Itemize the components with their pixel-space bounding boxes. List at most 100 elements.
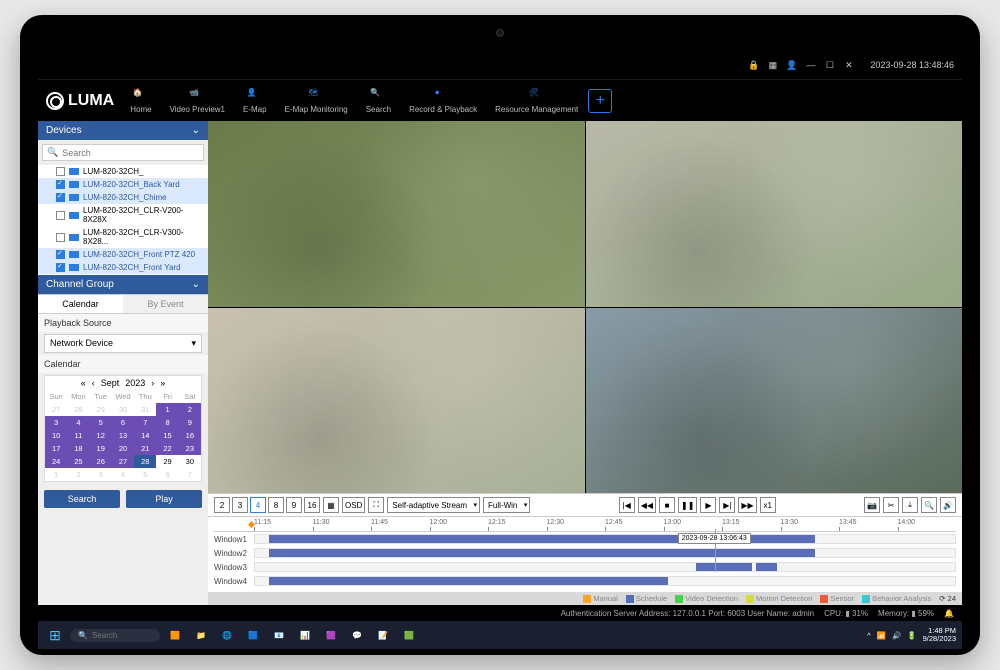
cal-day[interactable]: 1 bbox=[45, 468, 67, 481]
taskbar-app-9[interactable]: 📝 bbox=[372, 624, 394, 646]
checkbox[interactable] bbox=[56, 180, 65, 189]
cal-day[interactable]: 20 bbox=[112, 442, 134, 455]
window-mode-select[interactable]: Full-Win bbox=[483, 497, 530, 513]
cal-day[interactable]: 18 bbox=[67, 442, 89, 455]
osd-button[interactable]: OSD bbox=[342, 497, 365, 513]
fast-forward-icon[interactable]: ▶▶ bbox=[738, 497, 756, 513]
cal-day[interactable]: 19 bbox=[90, 442, 112, 455]
start-button[interactable]: ⊞ bbox=[44, 624, 66, 646]
cal-day[interactable]: 13 bbox=[112, 429, 134, 442]
taskbar-app-8[interactable]: 💬 bbox=[346, 624, 368, 646]
checkbox[interactable] bbox=[56, 167, 65, 176]
nav-home[interactable]: 🏠Home bbox=[126, 86, 155, 116]
taskbar-app-5[interactable]: 📧 bbox=[268, 624, 290, 646]
cal-day[interactable]: 27 bbox=[112, 455, 134, 468]
device-item[interactable]: LUM-820-32CH_ bbox=[38, 165, 208, 178]
checkbox[interactable] bbox=[56, 233, 65, 242]
cal-day[interactable]: 7 bbox=[179, 468, 201, 481]
device-item[interactable]: LUM-820-32CH_Front Yard bbox=[38, 261, 208, 274]
cal-day[interactable]: 6 bbox=[112, 416, 134, 429]
timeline[interactable]: ◆ 11:1511:3011:4512:0012:1512:3012:4513:… bbox=[208, 517, 962, 592]
timeline-track[interactable] bbox=[254, 576, 956, 586]
cal-day[interactable]: 21 bbox=[134, 442, 156, 455]
tray-volume-icon[interactable]: 🔊 bbox=[892, 631, 901, 640]
nav-e-map[interactable]: 👤E-Map bbox=[239, 86, 271, 116]
cal-day[interactable]: 4 bbox=[67, 416, 89, 429]
layout-3[interactable]: 3 bbox=[232, 497, 248, 513]
layout-9[interactable]: 9 bbox=[286, 497, 302, 513]
export-icon[interactable]: ⤓ bbox=[902, 497, 918, 513]
device-item[interactable]: LUM-820-32CH_CLR-V200-8X28X bbox=[38, 204, 208, 226]
nav-resource-management[interactable]: 🛠Resource Management bbox=[491, 86, 582, 116]
layout-16[interactable]: 16 bbox=[304, 497, 320, 513]
timeline-segment[interactable] bbox=[696, 563, 752, 571]
layout-4[interactable]: 4 bbox=[250, 497, 266, 513]
search-button[interactable]: Search bbox=[44, 490, 120, 508]
cal-day[interactable]: 29 bbox=[156, 455, 178, 468]
minimize-icon[interactable]: — bbox=[805, 60, 816, 71]
video-pane-1[interactable] bbox=[208, 121, 585, 307]
cal-day[interactable]: 3 bbox=[90, 468, 112, 481]
clip-icon[interactable]: ✂ bbox=[883, 497, 899, 513]
checkbox[interactable] bbox=[56, 193, 65, 202]
stop-icon[interactable]: ■ bbox=[659, 497, 675, 513]
cal-day[interactable]: 22 bbox=[156, 442, 178, 455]
cal-day[interactable]: 3 bbox=[45, 416, 67, 429]
playback-source-select[interactable]: Network Device▾ bbox=[44, 334, 202, 353]
taskbar-app-4[interactable]: 🟦 bbox=[242, 624, 264, 646]
audio-icon[interactable]: 🔊 bbox=[940, 497, 956, 513]
taskbar-app-7[interactable]: 🟪 bbox=[320, 624, 342, 646]
cal-day[interactable]: 24 bbox=[45, 455, 67, 468]
timeline-track[interactable] bbox=[254, 562, 956, 572]
nav-video-preview1[interactable]: 📹Video Preview1 bbox=[166, 86, 229, 116]
timeline-track[interactable] bbox=[254, 534, 956, 544]
checkbox[interactable] bbox=[56, 211, 65, 220]
cal-day[interactable]: 28 bbox=[134, 455, 156, 468]
layout-custom-icon[interactable]: ▦ bbox=[323, 497, 339, 513]
cal-day[interactable]: 30 bbox=[112, 403, 134, 416]
checkbox[interactable] bbox=[56, 263, 65, 272]
cal-day[interactable]: 31 bbox=[134, 403, 156, 416]
tab-calendar[interactable]: Calendar bbox=[38, 295, 123, 313]
checkbox[interactable] bbox=[56, 250, 65, 259]
cal-day[interactable]: 15 bbox=[156, 429, 178, 442]
device-item[interactable]: LUM-820-32CH_CLR-V300-8X28... bbox=[38, 226, 208, 248]
taskbar-search[interactable]: 🔍 bbox=[70, 629, 160, 642]
lock-icon[interactable]: 🔒 bbox=[748, 60, 759, 71]
devices-panel-header[interactable]: Devices ⌄ bbox=[38, 121, 208, 140]
close-icon[interactable]: ✕ bbox=[843, 60, 854, 71]
timeline-track[interactable] bbox=[254, 548, 956, 558]
cal-day[interactable]: 7 bbox=[134, 416, 156, 429]
cal-day[interactable]: 12 bbox=[90, 429, 112, 442]
cal-day[interactable]: 27 bbox=[45, 403, 67, 416]
next-frame-icon[interactable]: ▶| bbox=[719, 497, 735, 513]
taskbar-app-6[interactable]: 📊 bbox=[294, 624, 316, 646]
taskbar-app-2[interactable]: 📁 bbox=[190, 624, 212, 646]
cal-day[interactable]: 17 bbox=[45, 442, 67, 455]
tray-chevron-icon[interactable]: ^ bbox=[867, 631, 871, 640]
video-pane-4[interactable] bbox=[586, 308, 963, 494]
video-pane-2[interactable] bbox=[586, 121, 963, 307]
device-search[interactable]: 🔍 bbox=[42, 144, 204, 161]
zoom-icon[interactable]: 🔍 bbox=[921, 497, 937, 513]
device-search-input[interactable] bbox=[62, 148, 199, 158]
cal-day[interactable]: 11 bbox=[67, 429, 89, 442]
taskbar-search-input[interactable] bbox=[92, 631, 152, 640]
cal-day[interactable]: 8 bbox=[156, 416, 178, 429]
cal-day[interactable]: 25 bbox=[67, 455, 89, 468]
nav-e-map-monitoring[interactable]: 🗺E-Map Monitoring bbox=[281, 86, 352, 116]
cal-next-month[interactable]: › bbox=[151, 378, 154, 388]
cal-day[interactable]: 5 bbox=[90, 416, 112, 429]
cal-prev-year[interactable]: « bbox=[81, 378, 86, 388]
user-icon[interactable]: 👤 bbox=[786, 60, 797, 71]
pause-icon[interactable]: ❚❚ bbox=[678, 497, 697, 513]
timeline-segment[interactable] bbox=[269, 577, 654, 585]
cal-day[interactable]: 2 bbox=[179, 403, 201, 416]
cal-day[interactable]: 16 bbox=[179, 429, 201, 442]
cal-prev-month[interactable]: ‹ bbox=[92, 378, 95, 388]
device-item[interactable]: LUM-820-32CH_Back Yard bbox=[38, 178, 208, 191]
speed-indicator[interactable]: x1 bbox=[760, 497, 776, 513]
alert-icon[interactable]: 🔔 bbox=[944, 609, 954, 618]
cal-day[interactable]: 28 bbox=[67, 403, 89, 416]
taskbar-app-10[interactable]: 🟩 bbox=[398, 624, 420, 646]
